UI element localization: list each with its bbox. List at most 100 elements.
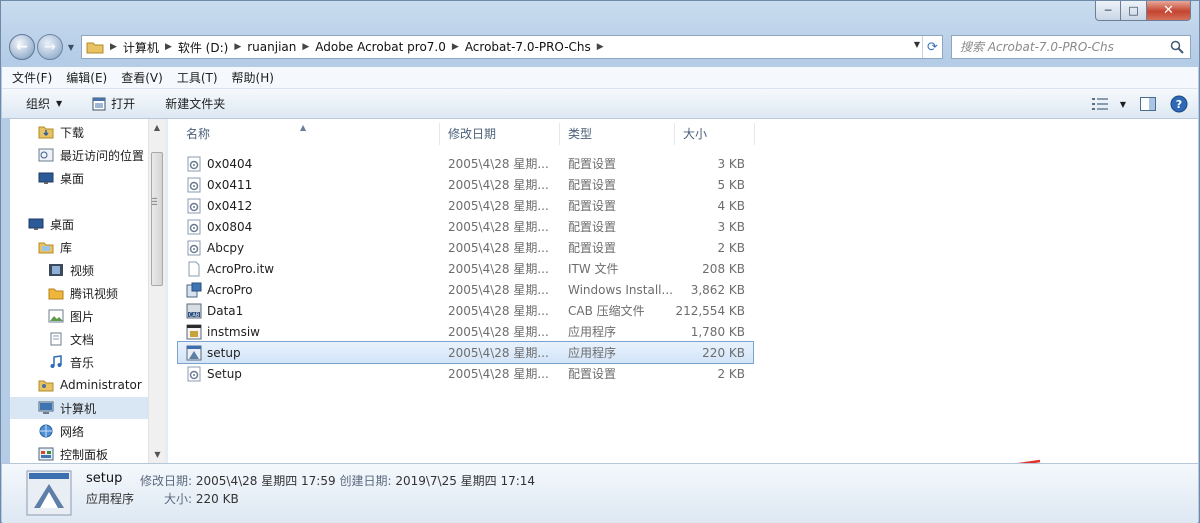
- preview-pane-icon[interactable]: [1140, 97, 1156, 111]
- refresh-button[interactable]: ⟳: [922, 36, 942, 58]
- recent-pages-dropdown[interactable]: ▼: [65, 43, 77, 52]
- file-date: 2005\4\28 星期...: [448, 346, 549, 360]
- file-row[interactable]: Abcpy 2005\4\28 星期... 配置设置 2 KB: [178, 237, 753, 258]
- file-size: 2 KB: [717, 240, 745, 255]
- search-icon[interactable]: [1170, 40, 1184, 54]
- address-bar[interactable]: ▶ 计算机 ▶ 软件 (D:) ▶ ruanjian ▶ Adobe Acrob…: [81, 35, 943, 59]
- file-name-cell[interactable]: Abcpy: [178, 240, 440, 256]
- file-row[interactable]: 0x0404 2005\4\28 星期... 配置设置 3 KB: [178, 153, 753, 174]
- nav-item-pictures[interactable]: 图片: [48, 305, 94, 327]
- breadcrumb-separator-icon[interactable]: ▶: [302, 42, 309, 52]
- file-name-cell[interactable]: Setup: [178, 366, 440, 382]
- file-name-cell[interactable]: instmsiw: [178, 324, 440, 340]
- file-type: 配置设置: [568, 157, 617, 171]
- nav-item-documents[interactable]: 文档: [48, 328, 94, 350]
- file-row[interactable]: AcroPro 2005\4\28 星期... Windows Install...…: [178, 279, 753, 300]
- menu-edit[interactable]: 编辑(E): [66, 69, 107, 86]
- breadcrumb-separator-icon[interactable]: ▶: [110, 42, 117, 52]
- file-row[interactable]: 0x0411 2005\4\28 星期... 配置设置 5 KB: [178, 174, 753, 195]
- nav-item-control-panel[interactable]: 控制面板: [38, 443, 108, 463]
- navigation-scrollbar[interactable]: ▲ ─ ─ ─ ▼: [148, 119, 165, 463]
- nav-label: 文档: [70, 332, 95, 347]
- breadcrumb-adobe-acrobat[interactable]: Adobe Acrobat pro7.0: [315, 40, 446, 54]
- close-button[interactable]: ✕: [1147, 1, 1191, 21]
- breadcrumb-computer[interactable]: 计算机: [123, 39, 159, 56]
- file-name: 0x0412: [207, 198, 253, 213]
- details-pane: setup 应用程序 修改日期: 2005\4\28 星期四 17:59 创建日…: [2, 463, 1198, 523]
- maximize-button[interactable]: □: [1121, 1, 1147, 21]
- nav-item-computer[interactable]: 计算机: [10, 397, 148, 419]
- created-value: 2019\7\25 星期四 17:14: [395, 474, 536, 488]
- file-name-cell[interactable]: 0x0411: [178, 177, 440, 193]
- menu-tools[interactable]: 工具(T): [177, 69, 218, 86]
- scroll-up-icon[interactable]: ▲: [149, 119, 165, 136]
- nav-item-music[interactable]: 音乐: [48, 351, 94, 373]
- file-name-cell[interactable]: 0x0412: [178, 198, 440, 214]
- size-value: 220 KB: [195, 492, 239, 506]
- file-row[interactable]: CAB Data1 2005\4\28 星期... CAB 压缩文件 212,554 K…: [178, 300, 753, 321]
- breadcrumb-separator-icon[interactable]: ▶: [165, 42, 172, 52]
- address-history-dropdown[interactable]: ▼: [914, 40, 920, 49]
- file-row[interactable]: 0x0412 2005\4\28 星期... 配置设置 4 KB: [178, 195, 753, 216]
- column-header-type[interactable]: 类型: [560, 123, 675, 145]
- column-header-date[interactable]: 修改日期: [440, 123, 560, 145]
- breadcrumb-separator-icon[interactable]: ▶: [597, 42, 604, 52]
- file-name-cell[interactable]: setup: [178, 345, 440, 361]
- nav-item-libraries[interactable]: 库: [38, 236, 72, 258]
- nav-item-recent-places[interactable]: 最近访问的位置: [38, 144, 144, 166]
- nav-item-desktop-fav[interactable]: 桌面: [38, 167, 84, 189]
- video-library-icon: [49, 264, 63, 276]
- file-name-cell[interactable]: AcroPro: [178, 282, 440, 298]
- menu-bar: 文件(F) 编辑(E) 查看(V) 工具(T) 帮助(H): [2, 67, 1198, 89]
- file-name-cell[interactable]: 0x0804: [178, 219, 440, 235]
- column-header-name[interactable]: ▲ 名称: [178, 123, 440, 145]
- new-folder-button[interactable]: 新建文件夹: [165, 95, 225, 112]
- help-icon[interactable]: ?: [1170, 95, 1188, 113]
- document-icon: [186, 261, 202, 277]
- search-box[interactable]: [951, 35, 1191, 59]
- menu-view[interactable]: 查看(V): [121, 69, 163, 86]
- file-name-cell[interactable]: CAB Data1: [178, 303, 440, 319]
- breadcrumb-separator-icon[interactable]: ▶: [452, 42, 459, 52]
- file-row[interactable]: Setup 2005\4\28 星期... 配置设置 2 KB: [178, 363, 753, 384]
- window-controls: ─ □ ✕: [1095, 1, 1191, 21]
- file-row[interactable]: instmsiw 2005\4\28 星期... 应用程序 1,780 KB: [178, 321, 753, 342]
- scroll-down-icon[interactable]: ▼: [149, 446, 165, 463]
- breadcrumb-ruanjian[interactable]: ruanjian: [247, 40, 296, 54]
- search-input[interactable]: [960, 40, 1160, 54]
- nav-item-downloads[interactable]: 下载: [38, 121, 84, 143]
- organize-button[interactable]: 组织 ▼: [26, 95, 62, 112]
- file-name: 0x0804: [207, 219, 253, 234]
- file-name-cell[interactable]: AcroPro.itw: [178, 261, 440, 277]
- column-header-size[interactable]: 大小: [675, 123, 755, 145]
- modified-label: 修改日期:: [140, 474, 193, 488]
- music-library-icon: [50, 355, 62, 368]
- file-type: ITW 文件: [568, 262, 619, 276]
- desktop-icon: [28, 218, 44, 230]
- file-size: 3 KB: [717, 219, 745, 234]
- file-row[interactable]: setup 2005\4\28 星期... 应用程序 220 KB: [177, 341, 754, 364]
- file-row[interactable]: AcroPro.itw 2005\4\28 星期... ITW 文件 208 KB: [178, 258, 753, 279]
- open-button[interactable]: 打开: [92, 95, 135, 112]
- scrollbar-thumb[interactable]: [151, 152, 163, 286]
- file-size: 4 KB: [717, 198, 745, 213]
- nav-item-videos[interactable]: 视频: [48, 259, 94, 281]
- nav-item-network[interactable]: 网络: [38, 420, 84, 442]
- nav-item-administrator[interactable]: Administrator: [38, 374, 142, 396]
- menu-help[interactable]: 帮助(H): [232, 69, 274, 86]
- nav-item-tencent-video[interactable]: 腾讯视频: [48, 282, 118, 304]
- breadcrumb-current-folder[interactable]: Acrobat-7.0-PRO-Chs: [465, 40, 591, 54]
- file-type: 配置设置: [568, 199, 617, 213]
- file-date: 2005\4\28 星期...: [448, 262, 549, 276]
- breadcrumb-separator-icon[interactable]: ▶: [234, 42, 241, 52]
- file-type: 配置设置: [568, 220, 617, 234]
- nav-item-desktop[interactable]: 桌面: [28, 213, 74, 235]
- back-button[interactable]: ←: [9, 34, 35, 60]
- file-row[interactable]: 0x0804 2005\4\28 星期... 配置设置 3 KB: [178, 216, 753, 237]
- file-name-cell[interactable]: 0x0404: [178, 156, 440, 172]
- minimize-button[interactable]: ─: [1095, 1, 1121, 21]
- menu-file[interactable]: 文件(F): [12, 69, 52, 86]
- breadcrumb-drive-d[interactable]: 软件 (D:): [178, 39, 228, 56]
- view-options-button[interactable]: ▼: [1091, 98, 1126, 110]
- forward-button[interactable]: →: [37, 34, 63, 60]
